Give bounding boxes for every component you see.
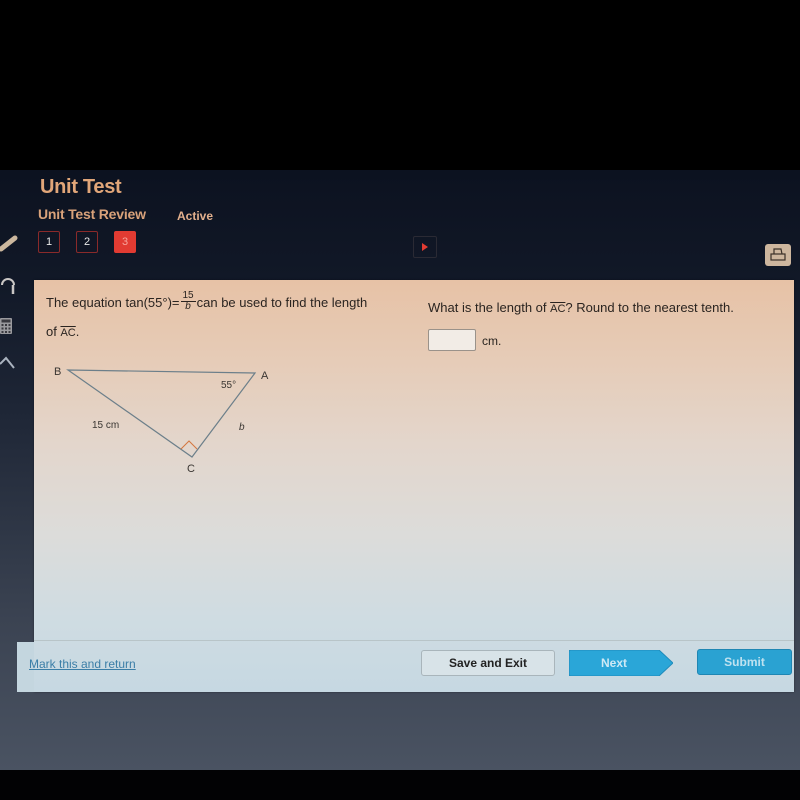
play-arrow-icon	[422, 243, 428, 251]
next-button-label: Next	[600, 656, 627, 670]
bezel	[0, 770, 800, 800]
answer-prompt-prefix: What is the length of	[428, 300, 551, 315]
right-angle-marker	[180, 440, 198, 450]
question-line2-prefix: of	[46, 324, 61, 339]
print-button[interactable]	[765, 244, 791, 266]
question-text-part1: The equation tan(55°)=	[46, 294, 180, 310]
answer-prompt: What is the length of AC? Round to the n…	[428, 300, 734, 315]
vertex-c-label: C	[187, 463, 195, 475]
side-ac-label: b	[239, 422, 245, 433]
page-title: Unit Test	[40, 176, 122, 198]
next-question-arrow-button[interactable]	[413, 236, 437, 258]
side-bc-label: 15 cm	[92, 420, 119, 431]
vertex-b-label: B	[54, 366, 61, 378]
question-line2-suffix: .	[75, 324, 80, 339]
print-icon	[770, 248, 786, 261]
answer-segment-label: AC	[550, 303, 566, 315]
question-text: The equation tan(55°)= 15 b can be used to …	[46, 291, 368, 314]
fraction: 15 b	[180, 291, 196, 312]
save-and-exit-button[interactable]: Save and Exit	[421, 650, 555, 676]
answer-prompt-suffix: ? Round to the nearest tenth.	[565, 300, 734, 315]
next-button[interactable]: Next	[569, 650, 673, 676]
calculator-tool[interactable]	[0, 318, 12, 339]
question-nav-2[interactable]: 2	[76, 231, 98, 253]
pointer-icon	[0, 356, 15, 369]
page-subtitle: Unit Test Review	[38, 206, 146, 222]
segment-label: AC	[60, 327, 76, 339]
vertex-a-label: A	[261, 370, 269, 382]
question-nav-3[interactable]: 3	[114, 231, 136, 253]
headphones-icon	[1, 278, 15, 294]
triangle-diagram: B A C 55° 15 cm b	[54, 366, 269, 475]
mark-and-return-link[interactable]: Mark this and return	[29, 657, 136, 671]
answer-unit: cm.	[482, 334, 502, 348]
submit-button[interactable]: Submit	[697, 649, 792, 675]
status-label: Active	[177, 209, 214, 223]
angle-label: 55°	[221, 380, 236, 391]
calculator-icon	[0, 318, 12, 334]
answer-input[interactable]	[428, 329, 476, 351]
question-panel	[34, 280, 794, 692]
pencil-tool[interactable]	[0, 234, 18, 257]
pointer-tool[interactable]	[0, 356, 16, 377]
fraction-denominator: b	[185, 301, 191, 312]
pencil-icon	[0, 235, 18, 252]
question-nav-1[interactable]: 1	[38, 231, 60, 253]
footer-divider	[34, 640, 794, 641]
audio-tool[interactable]	[0, 277, 16, 300]
question-text-part2: can be used to find the length	[196, 294, 368, 310]
question-text-line2: of AC.	[46, 324, 79, 339]
